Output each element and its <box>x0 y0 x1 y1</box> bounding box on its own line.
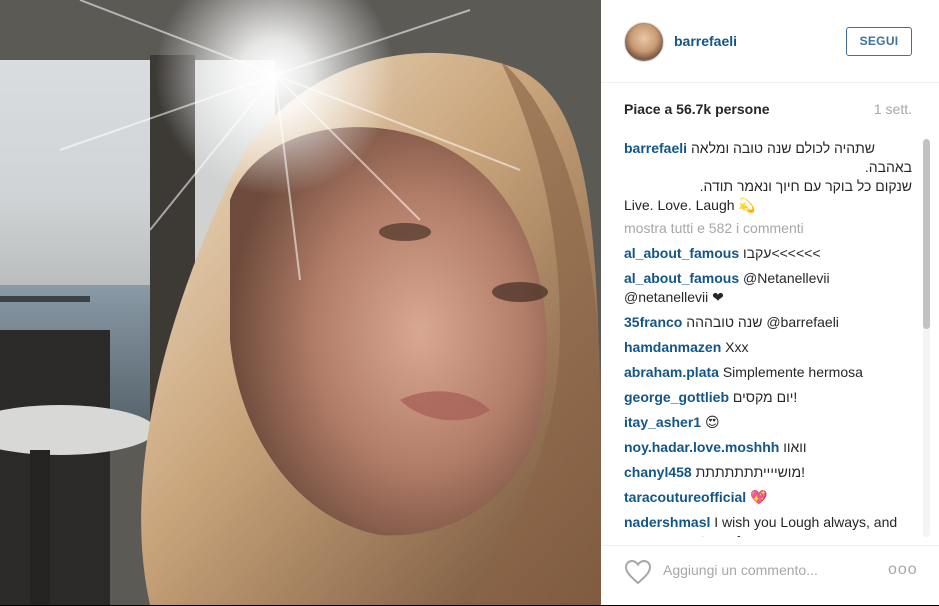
comment-username[interactable]: al_about_famous <box>624 245 739 261</box>
comment-username[interactable]: al_about_famous <box>624 270 739 286</box>
show-all-comments-link[interactable]: mostra tutti e 582 i commenti <box>624 219 912 238</box>
selfie-image <box>0 0 601 605</box>
more-options-icon[interactable]: ooo <box>888 561 917 578</box>
post-meta: Piace a 56.7k persone 1 sett. <box>624 101 912 121</box>
comment-username[interactable]: taracoutureofficial <box>624 489 746 505</box>
caption-username[interactable]: barrefaeli <box>624 140 687 156</box>
comments-list[interactable]: barrefaeli שתהיה לכולם שנה טובה ומלאה בא… <box>624 139 912 537</box>
comment-row: itay_asher1 😍 <box>624 413 912 432</box>
comment-text: 💖 <box>750 489 768 505</box>
follow-button[interactable]: SEGUI <box>846 27 912 56</box>
scrollbar-thumb[interactable] <box>923 139 930 329</box>
comments-scrollbar[interactable] <box>923 139 930 537</box>
post-sidebar: barrefaeli SEGUI Piace a 56.7k persone 1… <box>601 0 939 605</box>
comment-username[interactable]: nadershmasl <box>624 514 710 530</box>
comment-text: שנה טובההה @barrefaeli <box>686 314 839 330</box>
comment-entries: al_about_famous עקבו<<<<<< al_about_famou… <box>624 244 912 537</box>
post-caption: barrefaeli שתהיה לכולם שנה טובה ומלאה בא… <box>624 139 912 215</box>
comment-username[interactable]: abraham.plata <box>624 364 719 380</box>
comment-row: noy.hadar.love.moshhh וואוו <box>624 438 912 457</box>
comment-username[interactable]: hamdanmazen <box>624 339 721 355</box>
caption-line-4: Live. Love. Laugh 💫 <box>624 196 912 215</box>
comment-row: hamdanmazen Xxx <box>624 338 912 357</box>
caption-line-1: שתהיה לכולם שנה טובה ומלאה <box>690 140 876 156</box>
comment-input[interactable]: Aggiungi un commento... <box>663 562 818 578</box>
caption-line-2: באהבה. <box>864 159 912 175</box>
comment-row: chanyl458 מושייייתתתתתתת! <box>624 463 912 482</box>
comment-text: מושייייתתתתתתת! <box>695 464 805 480</box>
comment-text: Xxx <box>725 339 749 355</box>
post-header: barrefaeli SEGUI <box>601 0 939 83</box>
comment-row: nadershmasl I wish you Lough always, and… <box>624 513 912 537</box>
comment-text: יום מקסים! <box>732 389 798 405</box>
sparkle-emoji: 💫 <box>738 197 756 213</box>
comment-text: Simplemente hermosa <box>722 364 863 380</box>
comment-row: abraham.plata Simplemente hermosa <box>624 363 912 382</box>
likes-count[interactable]: Piace a 56.7k persone <box>624 101 770 117</box>
avatar[interactable] <box>624 22 664 62</box>
post-time[interactable]: 1 sett. <box>874 101 912 117</box>
caption-line-3: שנקום כל בוקר עם חיוך ונאמר תודה. <box>699 178 912 194</box>
heart-icon[interactable] <box>624 559 652 585</box>
comment-username[interactable]: noy.hadar.love.moshhh <box>624 439 779 455</box>
comment-username[interactable]: 35franco <box>624 314 682 330</box>
comment-username[interactable]: itay_asher1 <box>624 414 701 430</box>
comment-text: עקבו<<<<<< <box>743 245 821 261</box>
comment-username[interactable]: george_gottlieb <box>624 389 729 405</box>
comment-row: taracoutureofficial 💖 <box>624 488 912 507</box>
caption-line-4-text: Live. Love. Laugh <box>624 197 735 213</box>
comment-text: 😍 <box>704 414 720 430</box>
comment-row: george_gottlieb יום מקסים! <box>624 388 912 407</box>
comment-username[interactable]: chanyl458 <box>624 464 692 480</box>
comment-row: 35franco שנה טובההה @barrefaeli <box>624 313 912 332</box>
post-username[interactable]: barrefaeli <box>674 33 737 49</box>
comment-row: al_about_famous @Netanellevii @netanelle… <box>624 269 912 307</box>
comment-row: al_about_famous עקבו<<<<<< <box>624 244 912 263</box>
post-photo[interactable] <box>0 0 601 605</box>
comment-bar: Aggiungi un commento... ooo <box>601 545 939 606</box>
comment-text: וואוו <box>783 439 807 455</box>
